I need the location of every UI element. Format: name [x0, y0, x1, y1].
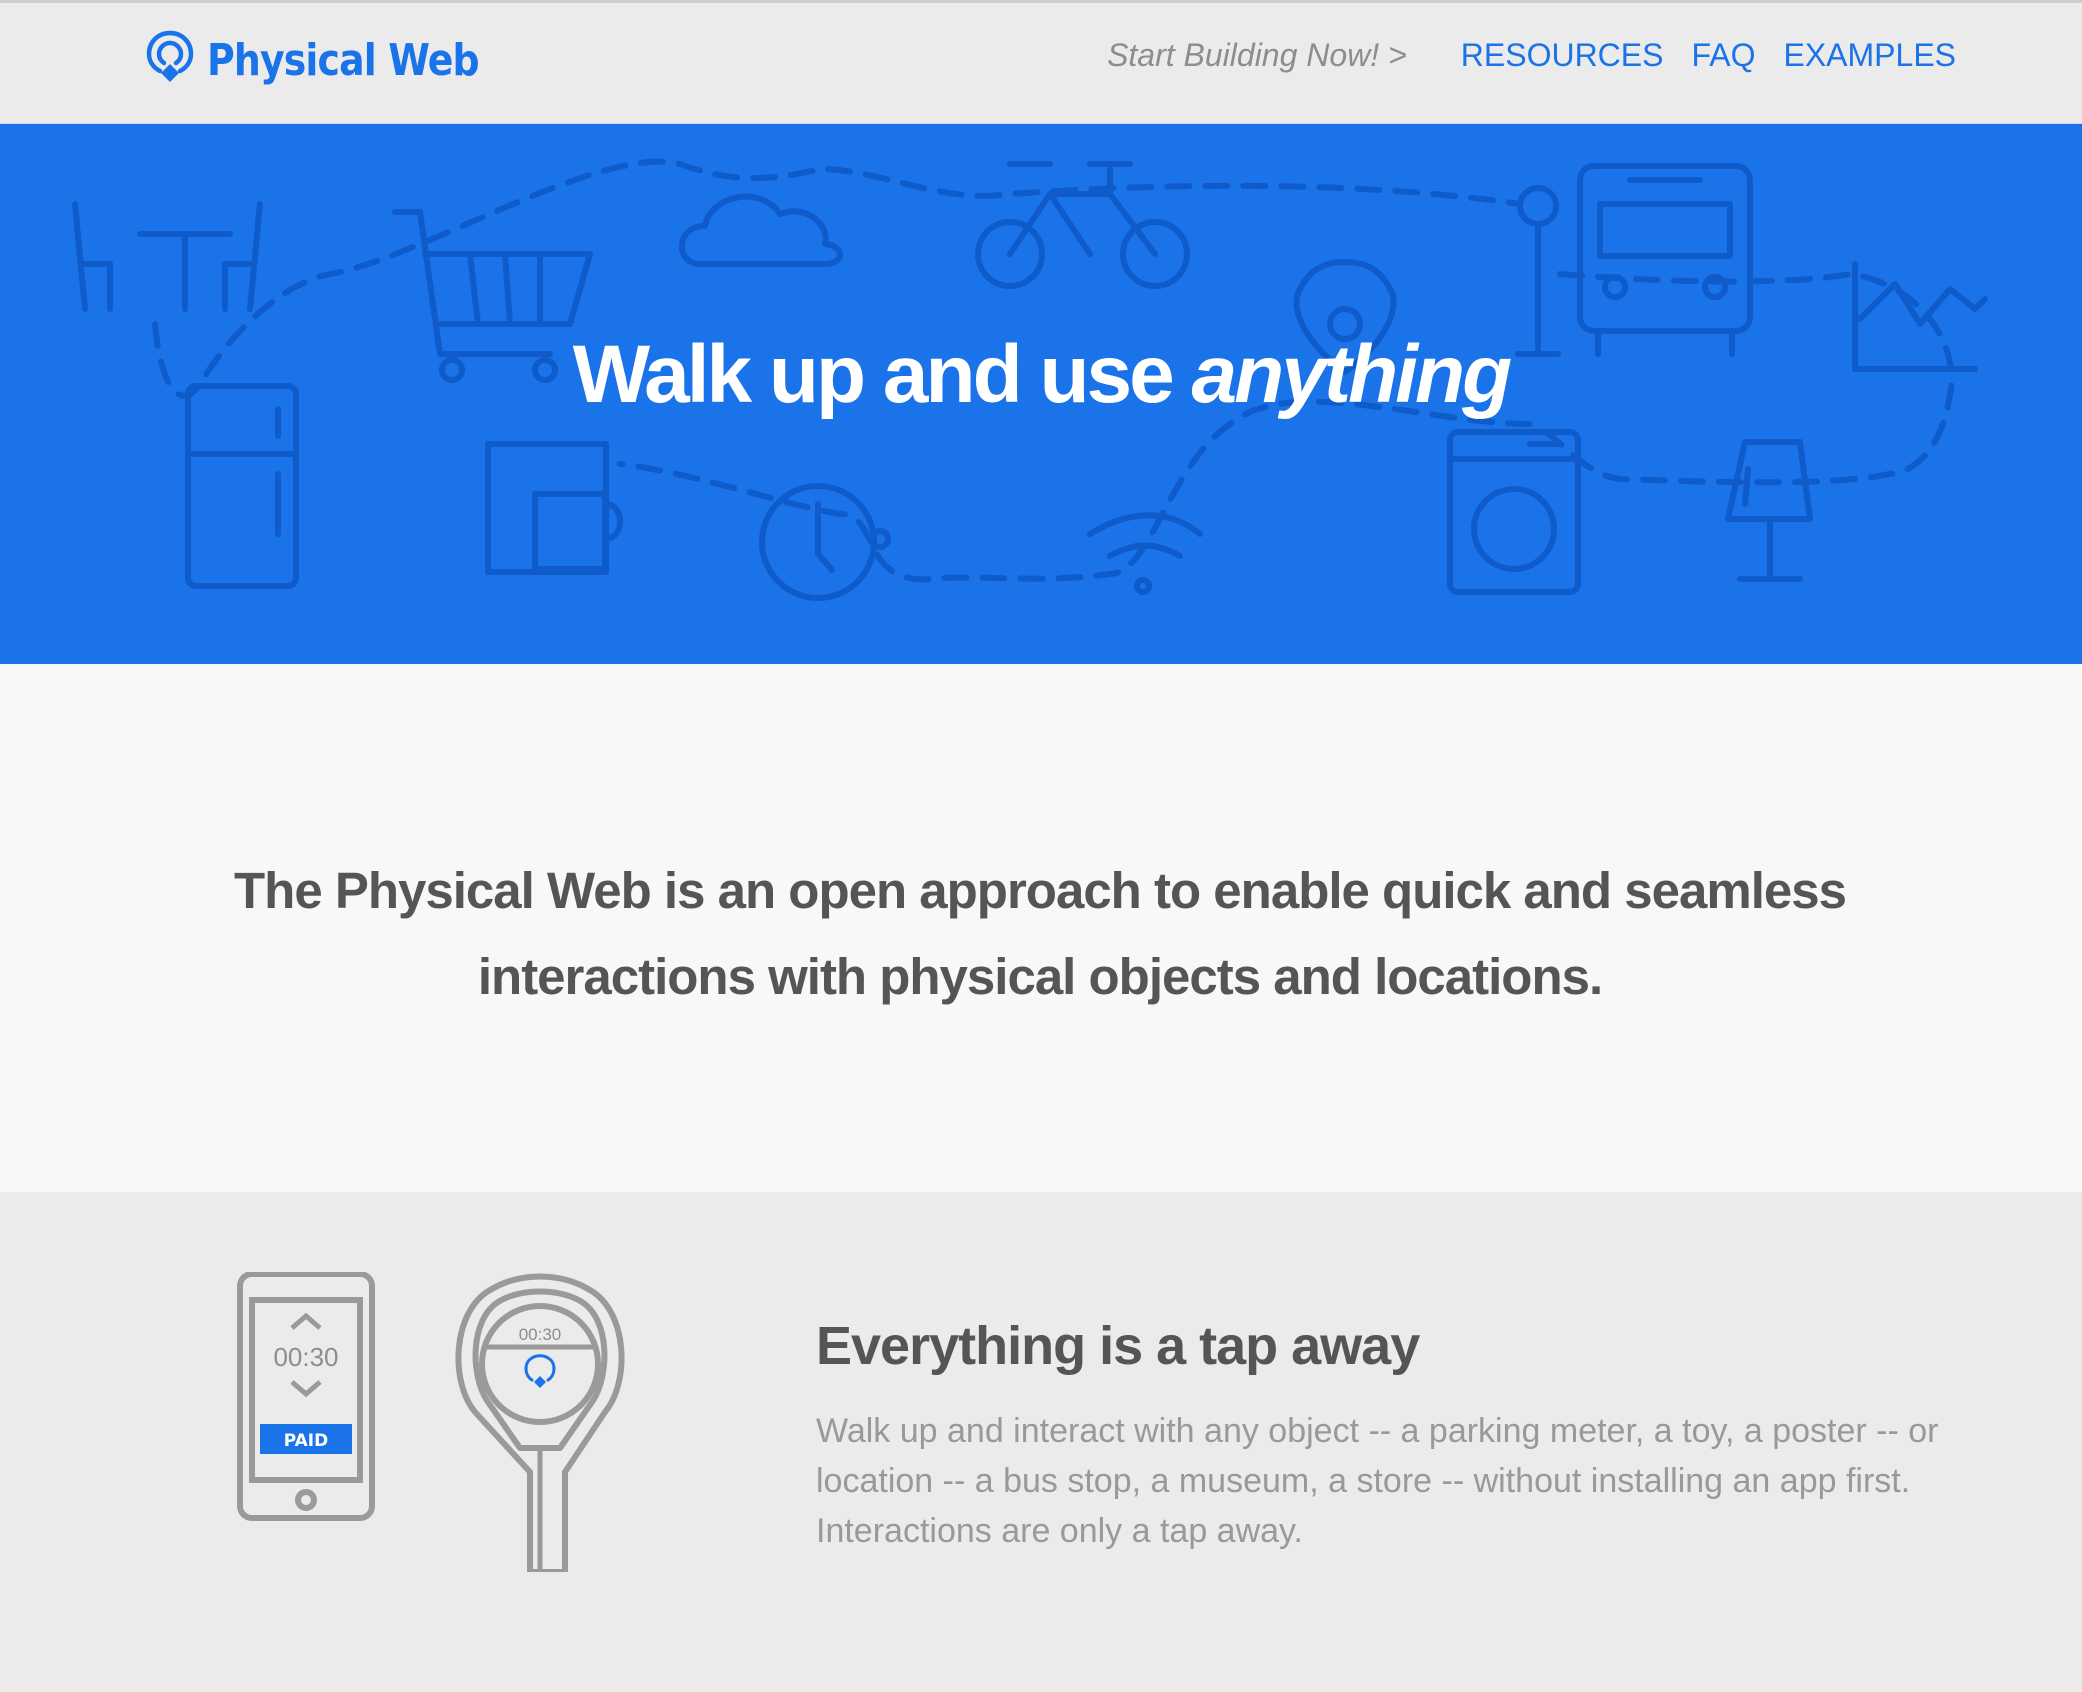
refrigerator-icon	[185, 383, 299, 589]
nav-link-faq[interactable]: FAQ	[1691, 37, 1755, 74]
table-chairs-icon	[72, 201, 263, 312]
phone-time: 00:30	[273, 1342, 338, 1372]
feature-title: Everything is a tap away	[816, 1316, 1420, 1376]
brand-logo-link[interactable]: Physical Web	[145, 25, 523, 95]
meter-time: 00:30	[519, 1325, 562, 1344]
feature-tap-away: 00:30 PAID 00:30 Everything is a tap awa…	[0, 1192, 2082, 1692]
intro-section: The Physical Web is an open approach to …	[0, 664, 2082, 1192]
nav-link-examples[interactable]: EXAMPLES	[1783, 37, 1956, 74]
coffee-maker-icon	[485, 441, 623, 575]
paid-status-label: PAID	[284, 1431, 329, 1451]
brand-name: Physical Web	[207, 34, 480, 86]
wifi-icon	[1087, 512, 1203, 595]
phone-and-parking-meter-illustration: 00:30 PAID 00:30	[237, 1272, 625, 1572]
hero-banner: Walk up and use anything	[0, 124, 2082, 664]
meter-beacon-icon	[524, 1354, 556, 1388]
hero-title-emphasis: anything	[1191, 329, 1513, 420]
hero-title: Walk up and use anything	[0, 334, 2082, 416]
phone-icon	[237, 1272, 375, 1521]
intro-statement: The Physical Web is an open approach to …	[234, 862, 1847, 1005]
start-building-link[interactable]: Start Building Now! >	[1107, 37, 1407, 74]
navbar: Physical Web Start Building Now! > RESOU…	[0, 3, 2082, 124]
nav-link-resources[interactable]: RESOURCES	[1461, 37, 1664, 74]
hero-title-text: Walk up and use	[572, 329, 1175, 420]
feature-description: Walk up and interact with any object -- …	[816, 1412, 1939, 1550]
washing-machine-icon	[1447, 429, 1581, 595]
bicycle-icon	[975, 161, 1190, 289]
top-nav: Start Building Now! > RESOURCES FAQ EXAM…	[1107, 37, 1956, 74]
bus-icon	[1577, 163, 1753, 357]
lamp-icon	[1725, 439, 1813, 582]
parking-meter-icon	[455, 1273, 625, 1572]
cloud-icon	[678, 193, 843, 267]
bus-stop-sign-icon	[1515, 185, 1561, 357]
location-pin-beacon-icon	[146, 30, 194, 82]
